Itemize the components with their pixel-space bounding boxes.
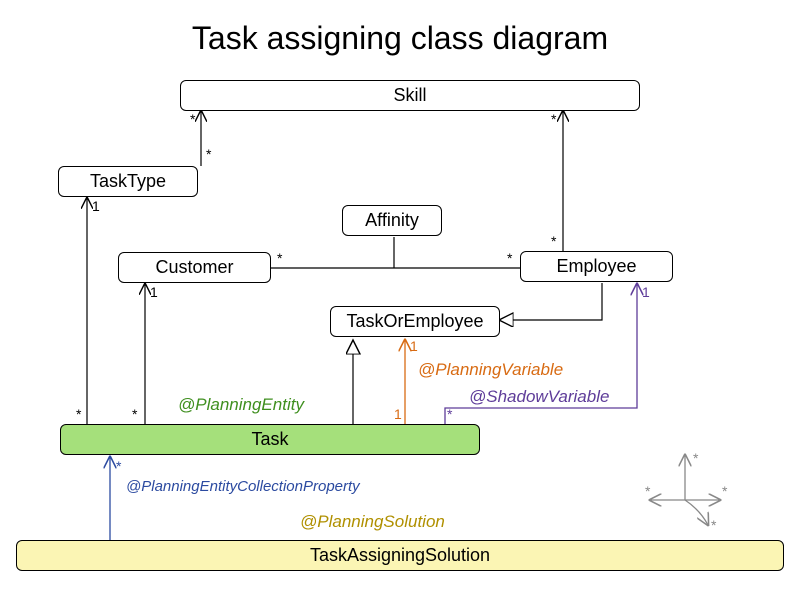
mult-employee-skill-top: * — [551, 111, 556, 127]
class-taskoremployee: TaskOrEmployee — [330, 306, 500, 337]
mult-dec-up: * — [693, 450, 698, 466]
mult-task-tasktype-top: 1 — [92, 198, 100, 214]
mult-customer-affinity: * — [277, 250, 282, 266]
mult-task-customer-top: 1 — [150, 284, 158, 300]
class-tasktype: TaskType — [58, 166, 198, 197]
mult-shadow-top: 1 — [642, 284, 650, 300]
class-employee: Employee — [520, 251, 673, 282]
mult-planningvar-top: 1 — [410, 338, 418, 354]
class-affinity: Affinity — [342, 205, 442, 236]
mult-task-customer-bot: * — [132, 406, 137, 422]
mult-task-tasktype-bot: * — [76, 406, 81, 422]
mult-dec-down: * — [711, 517, 716, 533]
mult-collection: * — [116, 458, 121, 474]
ann-collection-property: @PlanningEntityCollectionProperty — [126, 478, 360, 495]
class-customer: Customer — [118, 252, 271, 283]
ann-shadow-variable: @ShadowVariable — [469, 387, 609, 407]
mult-dec-right: * — [722, 483, 727, 499]
mult-planningvar-bot: 1 — [394, 406, 402, 422]
mult-tasktype-skill-top: * — [190, 111, 195, 127]
mult-shadow-bot: * — [447, 406, 452, 422]
mult-dec-left: * — [645, 483, 650, 499]
class-skill: Skill — [180, 80, 640, 111]
class-task: Task — [60, 424, 480, 455]
diagram-title: Task assigning class diagram — [0, 20, 800, 57]
ann-planning-solution: @PlanningSolution — [300, 512, 445, 532]
mult-employee-affinity: * — [507, 250, 512, 266]
mult-tasktype-skill-bot: * — [206, 146, 211, 162]
class-solution: TaskAssigningSolution — [16, 540, 784, 571]
ann-planning-variable: @PlanningVariable — [418, 360, 563, 380]
mult-employee-skill-bot: * — [551, 233, 556, 249]
ann-planning-entity: @PlanningEntity — [178, 395, 304, 415]
